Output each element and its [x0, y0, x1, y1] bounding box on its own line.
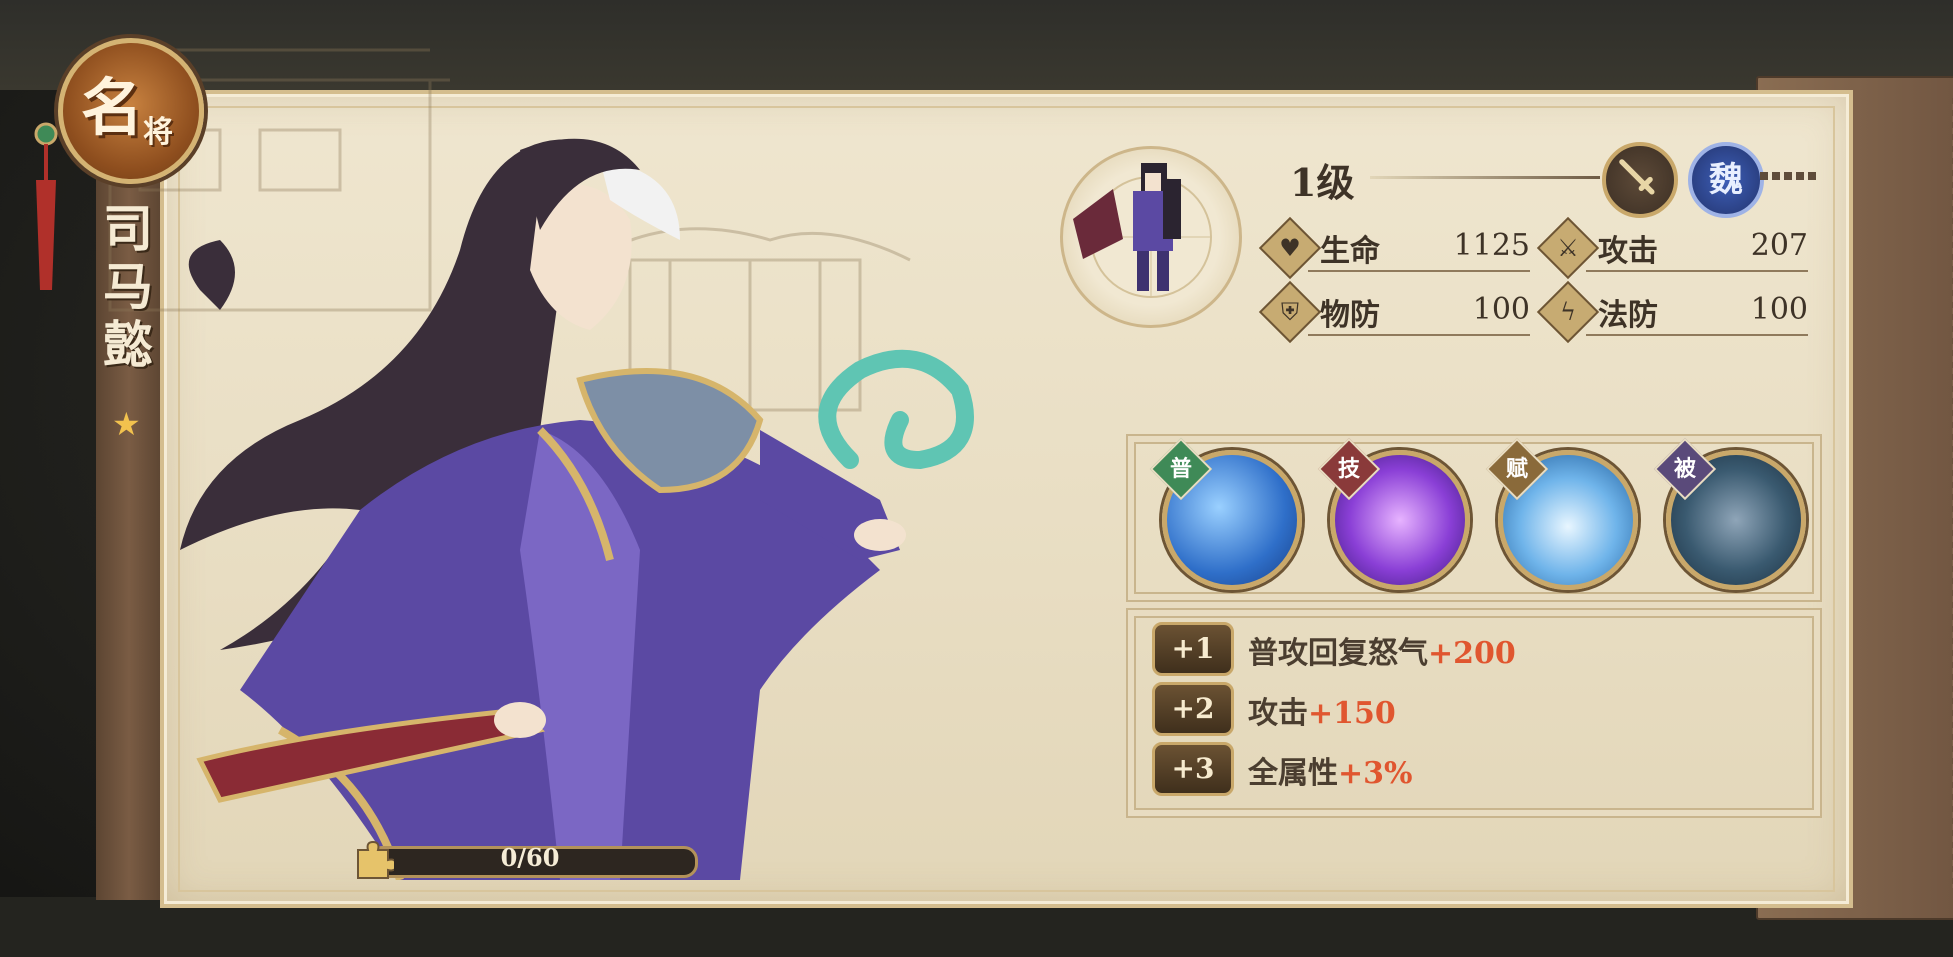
hero-name: 司 马 懿 [98, 200, 158, 374]
rarity-star-icon: ★ [112, 405, 141, 443]
stat-value: 100 [1750, 292, 1808, 327]
bonus-text: 攻击 [1248, 696, 1308, 731]
sword-icon[interactable] [1602, 142, 1678, 218]
skill-talent[interactable]: 赋 [1485, 437, 1638, 590]
stat-magic-defense: ϟ 法防 100 [1536, 280, 1808, 344]
stat-attack: ⚔ 攻击 207 [1536, 216, 1808, 280]
hero-portrait[interactable] [160, 130, 1020, 880]
skill-normal-attack[interactable]: 普 [1149, 437, 1302, 590]
stat-value: 1125 [1453, 228, 1530, 263]
skill-active[interactable]: 技 [1317, 437, 1470, 590]
bonus-level-badge: +2 [1152, 682, 1234, 736]
badge-main-char: 名 [81, 71, 144, 144]
pixel-sprite [1060, 146, 1242, 328]
stat-label: 生命 [1320, 234, 1380, 269]
bonus-level-badge: +3 [1152, 742, 1234, 796]
stat-label: 物防 [1320, 298, 1380, 333]
chain-ornament [1760, 172, 1820, 180]
skill-passive[interactable]: 被 [1653, 437, 1806, 590]
bonus-value: +200 [1428, 636, 1516, 671]
tassel-icon [34, 122, 58, 290]
stat-label: 法防 [1598, 298, 1658, 333]
shard-progress-text: 0/60 [500, 843, 560, 872]
stat-value: 100 [1472, 292, 1530, 327]
bonus-value: +150 [1308, 696, 1396, 731]
hero-name-char: 马 [103, 257, 153, 316]
stat-value: 207 [1750, 228, 1808, 263]
stat-physical-defense: ⛨ 物防 100 [1258, 280, 1530, 344]
bonus-text: 全属性 [1248, 756, 1338, 791]
hero-name-char: 司 [103, 199, 153, 258]
bonus-text: 普攻回复怒气 [1248, 636, 1428, 671]
hero-name-char: 懿 [103, 315, 153, 374]
hero-level: 1级 [1290, 160, 1355, 205]
bonus-value: +3% [1338, 756, 1413, 791]
stat-hp: ♥ 生命 1125 [1258, 216, 1530, 280]
level-divider [1370, 176, 1600, 179]
stat-label: 攻击 [1598, 234, 1658, 269]
faction-badge[interactable]: 魏 [1688, 142, 1764, 218]
bonus-level-badge: +1 [1152, 622, 1234, 676]
